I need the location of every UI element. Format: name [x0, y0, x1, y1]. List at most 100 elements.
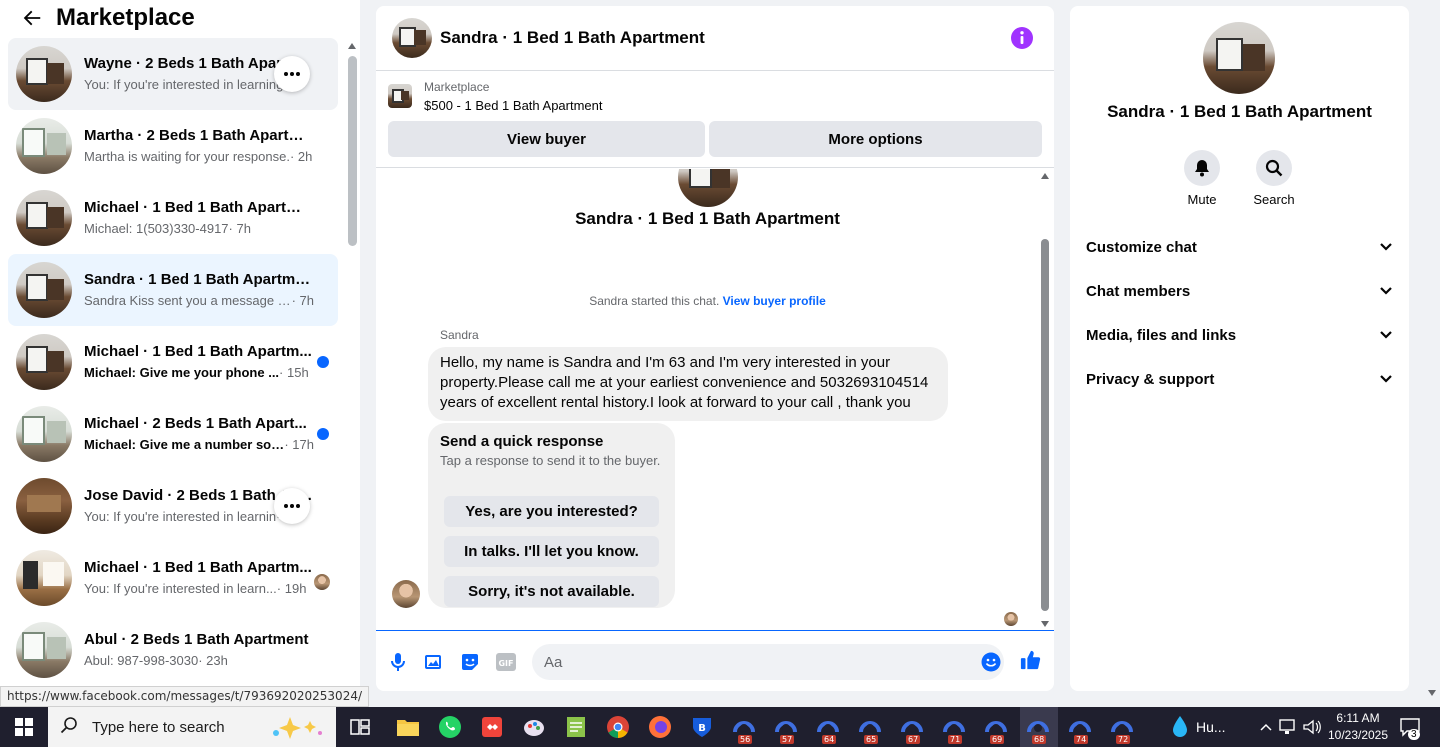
- scroll-up-arrow-icon[interactable]: [348, 43, 356, 49]
- sender-avatar[interactable]: [392, 580, 420, 608]
- quick-response-not-available-button[interactable]: Sorry, it's not available.: [444, 576, 659, 607]
- firefox-icon[interactable]: [646, 713, 674, 741]
- conversation-avatar: [16, 550, 72, 606]
- search-button[interactable]: Search: [1244, 150, 1304, 207]
- chat-avatar[interactable]: [392, 18, 432, 58]
- back-arrow-icon[interactable]: [20, 6, 44, 30]
- scroll-down-arrow-icon[interactable]: [1041, 621, 1049, 627]
- more-options-icon[interactable]: [274, 56, 310, 92]
- conversation-item[interactable]: Michael · 1 Bed 1 Bath Apartment Michael:…: [8, 182, 338, 254]
- sidebar-scrollbar[interactable]: [345, 40, 360, 705]
- more-options-icon[interactable]: [274, 488, 310, 524]
- bell-icon[interactable]: [1184, 150, 1220, 186]
- profile-badge: 68: [1032, 735, 1047, 744]
- taskbar-search-box[interactable]: Type here to search: [48, 707, 336, 747]
- chrome-icon[interactable]: [604, 713, 632, 741]
- media-files-links-row[interactable]: Media, files and links: [1086, 315, 1393, 355]
- sidebar-header: Marketplace: [0, 0, 345, 36]
- browser-profile-icon[interactable]: 65: [856, 713, 884, 744]
- view-buyer-button[interactable]: View buyer: [388, 121, 705, 157]
- conversation-name: Michael · 1 Bed 1 Bath Apartm...: [84, 559, 312, 576]
- details-avatar[interactable]: [1203, 22, 1275, 94]
- weather-widget[interactable]: Hu...: [1170, 713, 1230, 741]
- like-thumbs-up-icon[interactable]: [1020, 649, 1042, 671]
- read-receipt-avatar: [1004, 612, 1018, 626]
- conversation-preview-line: Abul: 987-998-3030 · 23h: [84, 652, 314, 670]
- conversation-avatar: [16, 262, 72, 318]
- paint-icon[interactable]: [520, 713, 548, 741]
- windows-start-icon[interactable]: [0, 707, 48, 747]
- browser-profile-icon[interactable]: 72: [1108, 713, 1136, 744]
- scrollbar-thumb[interactable]: [348, 56, 357, 246]
- chat-members-row[interactable]: Chat members: [1086, 271, 1393, 311]
- whatsapp-icon[interactable]: [436, 713, 464, 741]
- browser-profile-icon[interactable]: 56: [730, 713, 758, 744]
- view-buyer-profile-link[interactable]: View buyer profile: [723, 294, 826, 308]
- listing-source: Marketplace: [424, 80, 490, 94]
- conversation-item[interactable]: Michael · 2 Beds 1 Bath Apart... Michael:…: [8, 398, 338, 470]
- conversation-preview-line: Michael: Give me a number so ... · 17h: [84, 436, 314, 454]
- quick-response-title: Send a quick response: [440, 433, 604, 450]
- quick-response-yes-button[interactable]: Yes, are you interested?: [444, 496, 659, 527]
- conversation-item[interactable]: Sandra · 1 Bed 1 Bath Apartment Sandra Ki…: [8, 254, 338, 326]
- file-explorer-icon[interactable]: [394, 713, 422, 741]
- conversation-avatar: [16, 118, 72, 174]
- listing-title[interactable]: $500 - 1 Bed 1 Bath Apartment: [424, 98, 603, 113]
- status-bar-url: https://www.facebook.com/messages/t/7936…: [0, 686, 370, 707]
- conversation-item[interactable]: Jose David · 2 Beds 1 Bath Ap... You: If …: [8, 470, 338, 542]
- conversation-preview: You: If you're interested in learn...: [84, 581, 277, 596]
- message-sender: Sandra: [440, 328, 479, 342]
- conversation-item[interactable]: Wayne · 2 Beds 1 Bath Apartment You: If y…: [8, 38, 338, 110]
- listing-thumbnail[interactable]: [388, 84, 412, 108]
- conversation-item[interactable]: Michael · 1 Bed 1 Bath Apartm... Michael:…: [8, 326, 338, 398]
- conversation-item[interactable]: Martha · 2 Beds 1 Bath Apartment Martha i…: [8, 110, 338, 182]
- gif-icon[interactable]: GIF: [495, 651, 517, 673]
- clock-time[interactable]: 6:11 AM: [1326, 711, 1390, 725]
- browser-profile-icon[interactable]: 71: [940, 713, 968, 744]
- conversation-time: · 7h: [228, 221, 251, 236]
- conversation-preview-line: Sandra Kiss sent you a message ab... · 7…: [84, 292, 314, 310]
- message-input[interactable]: [532, 644, 1004, 680]
- microphone-icon[interactable]: [387, 651, 409, 673]
- svg-text:B: B: [698, 723, 706, 734]
- browser-profile-icon[interactable]: 74: [1066, 713, 1094, 744]
- notepad-icon[interactable]: [562, 713, 590, 741]
- search-icon[interactable]: [1256, 150, 1292, 186]
- page-scroll-down-arrow-icon[interactable]: [1428, 690, 1436, 696]
- browser-profile-icon[interactable]: 64: [814, 713, 842, 744]
- more-options-button[interactable]: More options: [709, 121, 1042, 157]
- browser-profile-icon[interactable]: 67: [898, 713, 926, 744]
- browser-profile-icon[interactable]: 69: [982, 713, 1010, 744]
- emoji-icon[interactable]: [980, 651, 1002, 673]
- info-icon[interactable]: [1010, 26, 1034, 50]
- scroll-up-arrow-icon[interactable]: [1041, 173, 1049, 179]
- privacy-support-row[interactable]: Privacy & support: [1086, 359, 1393, 399]
- conversation-preview-line: You: If you're interested in learn... · …: [84, 580, 314, 598]
- conversation-name: Michael · 1 Bed 1 Bath Apartment: [84, 199, 314, 216]
- row-label: Customize chat: [1086, 238, 1197, 256]
- task-view-icon[interactable]: [346, 713, 374, 741]
- scrollbar-thumb[interactable]: [1041, 239, 1049, 611]
- sticker-icon[interactable]: [459, 651, 481, 673]
- chat-scrollbar[interactable]: [1039, 169, 1051, 631]
- profile-badge: 74: [1074, 735, 1089, 744]
- anydesk-icon[interactable]: [478, 713, 506, 741]
- conversation-time: · 15h: [279, 365, 309, 380]
- quick-response-in-talks-button[interactable]: In talks. I'll let you know.: [444, 536, 659, 567]
- clock-date[interactable]: 10/23/2025: [1326, 728, 1390, 742]
- conversation-time: · 23h: [198, 653, 228, 668]
- conversation-item[interactable]: Michael · 1 Bed 1 Bath Apartm... You: If …: [8, 542, 338, 614]
- row-label: Chat members: [1086, 282, 1191, 300]
- mute-button[interactable]: Mute: [1172, 150, 1232, 207]
- browser-profile-icon[interactable]: 68: [1024, 713, 1052, 744]
- volume-icon[interactable]: [1298, 713, 1326, 741]
- chevron-down-icon: [1379, 327, 1393, 344]
- photo-icon[interactable]: [423, 651, 445, 673]
- search-icon: [60, 716, 78, 739]
- chat-title[interactable]: Sandra · 1 Bed 1 Bath Apartment: [440, 28, 705, 48]
- customize-chat-row[interactable]: Customize chat: [1086, 227, 1393, 267]
- conversation-name: Abul · 2 Beds 1 Bath Apartment: [84, 631, 309, 648]
- browser-profile-icon[interactable]: 57: [772, 713, 800, 744]
- bitwarden-icon[interactable]: B: [688, 713, 716, 741]
- conversation-item[interactable]: Abul · 2 Beds 1 Bath Apartment Abul: 987-…: [8, 614, 338, 686]
